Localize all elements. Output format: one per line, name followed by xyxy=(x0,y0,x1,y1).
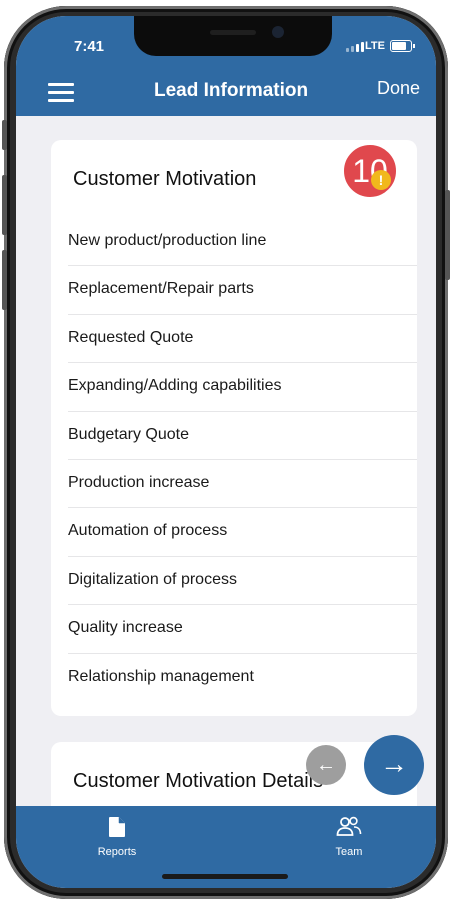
phone-side-button xyxy=(2,120,7,150)
arrow-left-icon: ← xyxy=(316,754,336,776)
list-item[interactable]: Production increase xyxy=(68,460,417,509)
phone-side-button xyxy=(2,250,7,310)
phone-screen: 7:41 LTE Lead Information Done Customer … xyxy=(16,16,436,888)
camera xyxy=(272,26,284,38)
list-item[interactable]: Replacement/Repair parts xyxy=(68,266,417,315)
motivation-options-list: New product/production line Replacement/… xyxy=(68,218,417,702)
battery-icon xyxy=(390,40,415,52)
app-header: 7:41 LTE Lead Information Done xyxy=(16,16,436,116)
status-bar: 7:41 LTE xyxy=(16,16,436,68)
arrow-right-icon: → xyxy=(380,748,408,779)
list-item[interactable]: Budgetary Quote xyxy=(68,412,417,460)
list-item[interactable]: Requested Quote xyxy=(68,315,417,364)
card-title: Customer Motivation xyxy=(73,168,257,190)
tab-reports[interactable]: Reports xyxy=(77,816,157,860)
network-label: LTE xyxy=(365,40,385,52)
signal-icon xyxy=(346,42,364,52)
list-item[interactable]: Quality increase xyxy=(68,605,417,654)
back-button[interactable]: ← xyxy=(306,745,346,785)
phone-side-button xyxy=(2,175,7,235)
tab-team[interactable]: Team xyxy=(309,816,389,860)
menu-icon[interactable] xyxy=(48,82,74,102)
nav-bar: Lead Information Done xyxy=(16,72,436,112)
list-item[interactable]: Expanding/Adding capabilities xyxy=(68,363,417,412)
list-item[interactable]: New product/production line xyxy=(68,218,417,267)
list-item[interactable]: Relationship management xyxy=(68,654,417,702)
list-item[interactable]: Digitalization of process xyxy=(68,557,417,606)
tab-label: Reports xyxy=(97,846,137,858)
status-time: 7:41 xyxy=(74,38,105,55)
phone-side-button xyxy=(445,190,450,280)
home-indicator[interactable] xyxy=(162,874,288,879)
card-title: Customer Motivation Details xyxy=(73,770,324,792)
list-item[interactable]: Automation of process xyxy=(68,508,417,557)
customer-motivation-card: Customer Motivation 10 ! New product/pro… xyxy=(51,140,417,716)
done-button[interactable]: Done xyxy=(377,78,420,99)
speaker xyxy=(210,30,256,35)
warning-icon[interactable]: ! xyxy=(371,170,391,190)
next-button[interactable]: → xyxy=(364,735,424,795)
people-icon xyxy=(336,816,362,836)
document-icon xyxy=(109,817,125,837)
notch xyxy=(134,16,332,56)
tab-label: Team xyxy=(335,846,363,858)
page-title: Lead Information xyxy=(154,80,309,101)
step-count-badge: 10 xyxy=(341,142,399,200)
